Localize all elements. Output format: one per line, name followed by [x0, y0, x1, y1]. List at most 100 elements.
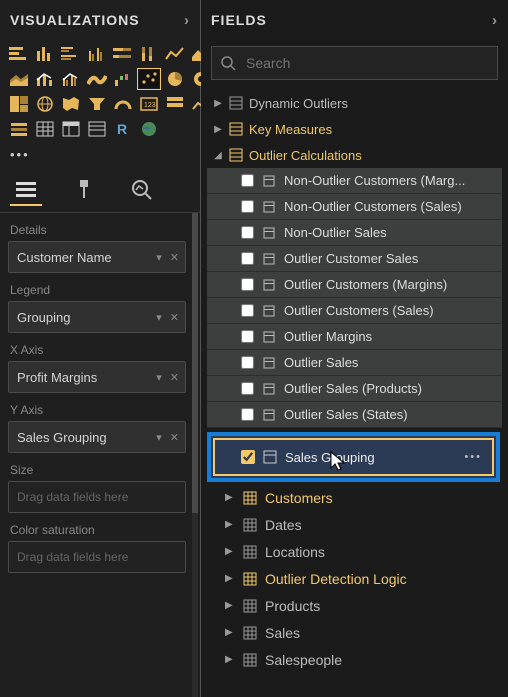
field-label: Outlier Sales (Products): [284, 381, 502, 396]
xaxis-well[interactable]: Profit Margins ▾✕: [8, 361, 186, 393]
line-chart-icon[interactable]: [164, 44, 186, 64]
stacked-area-chart-icon[interactable]: [8, 69, 30, 89]
collapse-fields-icon[interactable]: ›: [492, 12, 498, 29]
field-row[interactable]: Outlier Customers (Sales): [207, 298, 502, 324]
table-row[interactable]: ▶ Customers: [207, 484, 502, 511]
xaxis-remove-icon[interactable]: ✕: [170, 371, 179, 384]
table-key-measures[interactable]: ▶ Key Measures: [207, 116, 502, 142]
field-checkbox[interactable]: [241, 252, 254, 265]
field-checkbox[interactable]: [241, 174, 254, 187]
card-icon[interactable]: 123: [138, 94, 160, 114]
search-box[interactable]: [211, 46, 498, 80]
table-row[interactable]: ▶Locations: [207, 538, 502, 565]
multirow-card-icon[interactable]: [164, 94, 186, 114]
field-row[interactable]: Outlier Sales (States): [207, 402, 502, 428]
more-visuals-button[interactable]: •••: [0, 145, 200, 168]
search-input[interactable]: [244, 54, 489, 72]
expand-icon[interactable]: ▶: [225, 627, 235, 638]
size-well[interactable]: Drag data fields here: [8, 481, 186, 513]
expand-icon[interactable]: ▶: [225, 654, 235, 665]
details-well[interactable]: Customer Name ▾✕: [8, 241, 186, 273]
treemap-chart-icon[interactable]: [8, 94, 30, 114]
field-row[interactable]: Outlier Sales: [207, 350, 502, 376]
xaxis-dropdown-icon[interactable]: ▾: [156, 371, 162, 384]
field-checkbox[interactable]: [241, 304, 254, 317]
details-remove-icon[interactable]: ✕: [170, 251, 179, 264]
table-row[interactable]: ▶Dates: [207, 511, 502, 538]
expand-icon[interactable]: ▶: [213, 98, 223, 109]
table-viz-icon[interactable]: [86, 119, 108, 139]
expand-icon[interactable]: ▶: [213, 124, 223, 135]
table-row[interactable]: ▶Salespeople: [207, 646, 502, 673]
field-options-icon[interactable]: •••: [464, 451, 482, 463]
expand-icon[interactable]: ▶: [225, 492, 235, 503]
table-label: Dynamic Outliers: [249, 96, 348, 111]
collapse-visualizations-icon[interactable]: ›: [184, 12, 190, 29]
analytics-tab-icon[interactable]: [126, 174, 158, 204]
field-checkbox[interactable]: [241, 356, 254, 369]
slicer-icon[interactable]: [8, 119, 30, 139]
svg-text:123: 123: [144, 102, 156, 109]
left-scrollbar-thumb[interactable]: [192, 213, 198, 513]
size-placeholder: Drag data fields here: [17, 490, 128, 504]
ribbon-chart-icon[interactable]: [86, 69, 108, 89]
table-row[interactable]: ▶Products: [207, 592, 502, 619]
legend-dropdown-icon[interactable]: ▾: [156, 311, 162, 324]
clustered-bar-chart-icon[interactable]: [60, 44, 82, 64]
hundred-stacked-bar-icon[interactable]: [112, 44, 134, 64]
field-row[interactable]: Outlier Customer Sales: [207, 246, 502, 272]
field-row[interactable]: Non-Outlier Customers (Marg...: [207, 168, 502, 194]
stacked-column-chart-icon[interactable]: [34, 44, 56, 64]
r-visual-icon[interactable]: R: [112, 119, 134, 139]
field-row[interactable]: Non-Outlier Sales: [207, 220, 502, 246]
hundred-stacked-column-icon[interactable]: [138, 44, 160, 64]
yaxis-dropdown-icon[interactable]: ▾: [156, 431, 162, 444]
table-label: Customers: [265, 490, 333, 506]
field-row[interactable]: Outlier Customers (Margins): [207, 272, 502, 298]
color-well[interactable]: Drag data fields here: [8, 541, 186, 573]
field-checkbox[interactable]: [241, 408, 254, 421]
table-row[interactable]: ▶Outlier Detection Logic: [207, 565, 502, 592]
collapse-icon[interactable]: ◢: [213, 150, 223, 161]
line-clustered-column-icon[interactable]: [60, 69, 82, 89]
stacked-bar-chart-icon[interactable]: [8, 44, 30, 64]
field-checkbox[interactable]: [241, 200, 254, 213]
field-checkbox[interactable]: [241, 330, 254, 343]
table-row[interactable]: ▶Sales: [207, 619, 502, 646]
details-dropdown-icon[interactable]: ▾: [156, 251, 162, 264]
funnel-chart-icon[interactable]: [86, 94, 108, 114]
line-stacked-column-icon[interactable]: [34, 69, 56, 89]
arcgis-map-icon[interactable]: [138, 119, 160, 139]
matrix-icon[interactable]: [60, 119, 82, 139]
waterfall-chart-icon[interactable]: [112, 69, 134, 89]
fields-tab-icon[interactable]: [10, 174, 42, 206]
field-checkbox[interactable]: [241, 450, 255, 464]
clustered-column-chart-icon[interactable]: [86, 44, 108, 64]
gauge-chart-icon[interactable]: [112, 94, 134, 114]
yaxis-remove-icon[interactable]: ✕: [170, 431, 179, 444]
field-row[interactable]: Outlier Sales (Products): [207, 376, 502, 402]
field-checkbox[interactable]: [241, 382, 254, 395]
yaxis-well[interactable]: Sales Grouping ▾✕: [8, 421, 186, 453]
field-sales-grouping[interactable]: Sales Grouping •••: [213, 438, 494, 476]
field-checkbox[interactable]: [241, 278, 254, 291]
filled-map-icon[interactable]: [60, 94, 82, 114]
field-row[interactable]: Outlier Margins: [207, 324, 502, 350]
field-row[interactable]: Non-Outlier Customers (Sales): [207, 194, 502, 220]
map-icon[interactable]: [34, 94, 56, 114]
left-scrollbar[interactable]: [192, 213, 198, 697]
pie-chart-icon[interactable]: [164, 69, 186, 89]
scatter-chart-icon[interactable]: [138, 69, 160, 89]
table-dynamic-outliers[interactable]: ▶ Dynamic Outliers: [207, 90, 502, 116]
legend-well[interactable]: Grouping ▾✕: [8, 301, 186, 333]
format-tab-icon[interactable]: [68, 174, 100, 204]
table-icon[interactable]: [34, 119, 56, 139]
expand-icon[interactable]: ▶: [225, 573, 235, 584]
field-label: Non-Outlier Customers (Marg...: [284, 173, 502, 188]
legend-remove-icon[interactable]: ✕: [170, 311, 179, 324]
table-outlier-calculations[interactable]: ◢ Outlier Calculations: [207, 142, 502, 168]
expand-icon[interactable]: ▶: [225, 600, 235, 611]
expand-icon[interactable]: ▶: [225, 519, 235, 530]
expand-icon[interactable]: ▶: [225, 546, 235, 557]
field-checkbox[interactable]: [241, 226, 254, 239]
